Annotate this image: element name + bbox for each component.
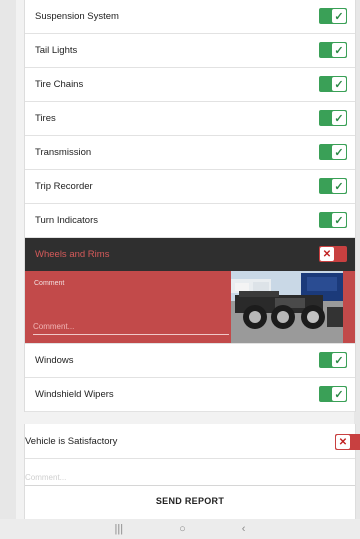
- pass-toggle[interactable]: ✓: [319, 42, 347, 58]
- checklist-row-suspension-system[interactable]: Suspension System ✓: [25, 0, 355, 34]
- pass-toggle[interactable]: ✓: [319, 178, 347, 194]
- checklist-label: Tires: [35, 113, 56, 124]
- recent-apps-icon[interactable]: |||: [115, 523, 124, 535]
- checklist-label: Trip Recorder: [35, 181, 93, 192]
- checklist-label: Wheels and Rims: [35, 249, 110, 260]
- checklist-label: Tail Lights: [35, 45, 78, 56]
- checklist-row-trip-recorder[interactable]: Trip Recorder ✓: [25, 170, 355, 204]
- pass-toggle[interactable]: ✓: [319, 386, 347, 402]
- checklist-row-turn-indicators[interactable]: Turn Indicators ✓: [25, 204, 355, 238]
- checklist-label: Windows: [35, 355, 74, 366]
- pass-toggle[interactable]: ✓: [319, 8, 347, 24]
- home-icon[interactable]: ○: [179, 523, 186, 535]
- defect-comment-panel: Comment Comment...: [25, 271, 355, 344]
- satisfactory-label: Vehicle is Satisfactory: [25, 436, 118, 447]
- defect-comment-input[interactable]: Comment...: [33, 322, 229, 335]
- check-icon: ✓: [332, 353, 346, 367]
- pass-toggle[interactable]: ✓: [319, 110, 347, 126]
- report-comment-input[interactable]: Comment...: [25, 473, 355, 486]
- cross-icon: ✕: [336, 435, 350, 449]
- check-icon: ✓: [332, 77, 346, 91]
- checklist-label: Tire Chains: [35, 79, 84, 90]
- pass-toggle[interactable]: ✓: [319, 76, 347, 92]
- defect-photo-thumbnail[interactable]: [231, 271, 343, 343]
- checklist-label: Windshield Wipers: [35, 389, 114, 400]
- check-icon: ✓: [332, 179, 346, 193]
- pass-toggle[interactable]: ✓: [319, 144, 347, 160]
- report-summary: Vehicle is Satisfactory ✕ Comment... SEN…: [24, 424, 360, 519]
- device-screen: Suspension System ✓ Tail Lights ✓ Tire C…: [16, 0, 360, 539]
- vehicle-satisfactory-row[interactable]: Vehicle is Satisfactory ✕: [25, 424, 360, 459]
- fail-toggle[interactable]: ✕: [319, 246, 347, 262]
- pass-toggle[interactable]: ✓: [319, 212, 347, 228]
- report-comment-row: Comment...: [25, 459, 355, 493]
- checklist-label: Suspension System: [35, 11, 119, 22]
- checklist-row-tire-chains[interactable]: Tire Chains ✓: [25, 68, 355, 102]
- inspection-checklist: Suspension System ✓ Tail Lights ✓ Tire C…: [24, 0, 356, 412]
- checklist-row-tires[interactable]: Tires ✓: [25, 102, 355, 136]
- cross-icon: ✕: [320, 247, 334, 261]
- android-nav-bar: ||| ○ ‹: [0, 519, 360, 539]
- check-icon: ✓: [332, 111, 346, 125]
- check-icon: ✓: [332, 9, 346, 23]
- check-icon: ✓: [332, 43, 346, 57]
- checklist-label: Transmission: [35, 147, 92, 158]
- check-icon: ✓: [332, 387, 346, 401]
- truck-photo-icon: [231, 271, 343, 343]
- pass-toggle[interactable]: ✓: [319, 352, 347, 368]
- back-icon[interactable]: ‹: [242, 523, 246, 535]
- checklist-row-tail-lights[interactable]: Tail Lights ✓: [25, 34, 355, 68]
- comment-label: Comment: [34, 280, 65, 287]
- checklist-label: Turn Indicators: [35, 215, 99, 226]
- checklist-row-wheels-and-rims[interactable]: Wheels and Rims ✕: [25, 238, 355, 271]
- send-report-button[interactable]: SEND REPORT: [25, 496, 355, 506]
- check-icon: ✓: [332, 145, 346, 159]
- checklist-row-windshield-wipers[interactable]: Windshield Wipers ✓: [25, 378, 355, 412]
- checklist-row-windows[interactable]: Windows ✓: [25, 344, 355, 378]
- checklist-row-transmission[interactable]: Transmission ✓: [25, 136, 355, 170]
- satisfactory-toggle[interactable]: ✕: [335, 434, 360, 450]
- check-icon: ✓: [332, 213, 346, 227]
